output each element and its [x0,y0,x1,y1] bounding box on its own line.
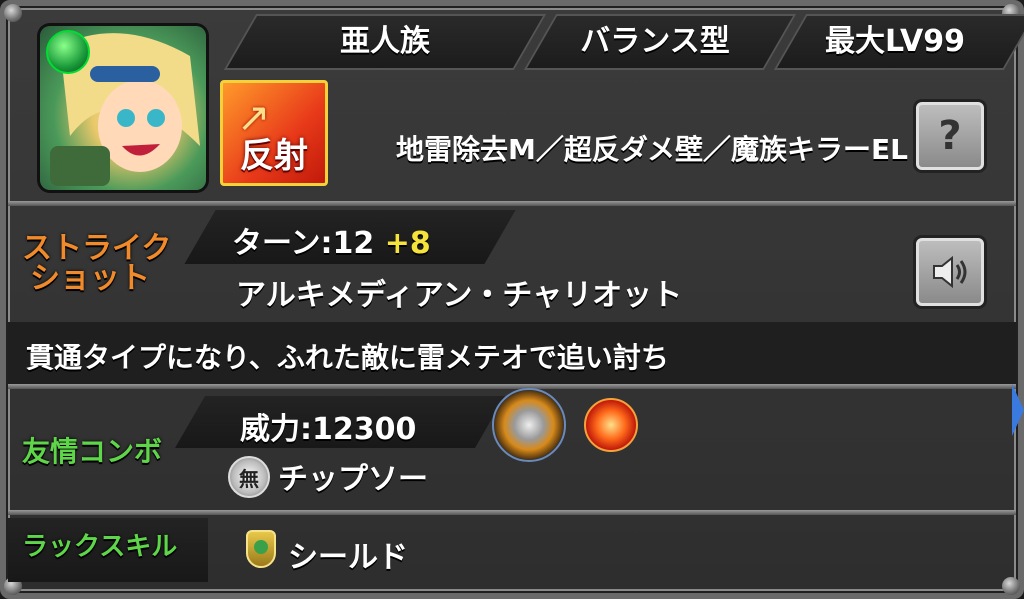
race-label: 亜人族 [340,24,430,59]
luck-skill-name: シールド [288,540,408,575]
turn-bonus: +8 [384,226,431,261]
rivet-icon [4,4,22,22]
fire-element-icon [584,398,638,452]
strike-shot-label-line1: ストライク [22,231,172,266]
friendship-combo-name: チップソー [278,462,428,497]
abilities-text: 地雷除去M／超反ダメ壁／魔族キラーEL [396,133,908,166]
divider [8,201,1016,206]
turn-text: ターン:12 +8 [232,218,431,262]
strike-shot-label-line2: ショット [30,261,150,296]
shield-icon [246,530,276,568]
friendship-combo-label: 友情コンボ [22,435,163,468]
non-element-badge: 無 [228,456,270,498]
strike-shot-description: 貫通タイプになり、ふれた敵に雷メテオで追い討ち [26,341,669,374]
element-wood-icon [46,30,90,74]
badge-label: 反射 [240,136,308,176]
strike-shot-label: ストライク ショット [22,234,171,294]
reflect-type-badge: ↗ 反射 [220,80,328,186]
turn-count: ターン:12 [232,226,375,261]
help-button[interactable]: ? [916,102,984,170]
power-text: 威力:12300 [240,412,417,447]
divider [8,510,1016,515]
next-page-arrow-icon[interactable] [1012,384,1024,436]
voice-button[interactable] [916,238,984,306]
max-level-label: 最大LV99 [825,24,965,59]
question-mark-icon: ? [938,113,962,159]
strike-shot-name: アルキメディアン・チャリオット [236,278,683,313]
rivet-icon [1002,577,1020,595]
speaker-icon [933,255,967,289]
non-element-badge-label: 無 [239,466,259,491]
luck-skill-label: ラックスキル [22,532,178,562]
type-label: バランス型 [580,24,730,59]
divider [8,384,1016,389]
chipsaw-icon [492,388,566,462]
